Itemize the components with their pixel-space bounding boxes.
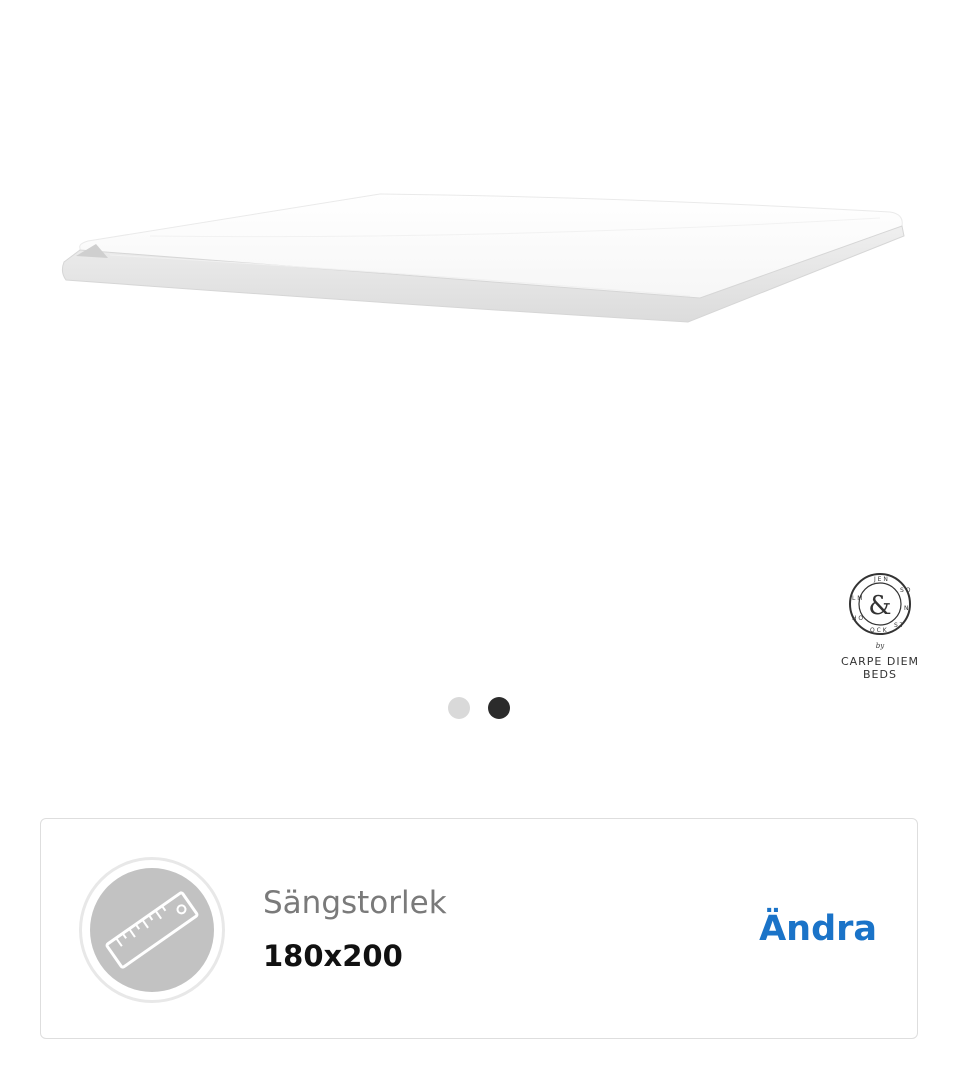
brand-by-text: by xyxy=(875,642,885,650)
brand-name-line1: CARPE DIEM xyxy=(840,655,920,668)
svg-text:J E N: J E N xyxy=(873,576,888,583)
product-image-carousel[interactable]: J E N S O N S T O C K H O L M & by CARPE… xyxy=(0,0,960,760)
size-label: Sängstorlek xyxy=(263,885,447,921)
brand-logo: J E N S O N S T O C K H O L M & by CARPE… xyxy=(830,572,930,682)
ruler-icon xyxy=(90,868,214,992)
svg-text:&: & xyxy=(868,591,891,621)
svg-text:O C K: O C K xyxy=(870,627,888,634)
carousel-dot-1[interactable] xyxy=(448,697,470,719)
svg-text:S O: S O xyxy=(900,587,911,594)
svg-text:H O: H O xyxy=(852,615,863,622)
brand-seal-icon: J E N S O N S T O C K H O L M & xyxy=(849,573,911,635)
svg-text:L M: L M xyxy=(852,595,862,602)
brand-name-line2: BEDS xyxy=(863,668,897,681)
mattress-topper-image xyxy=(61,193,905,323)
svg-text:N: N xyxy=(904,605,909,612)
change-size-button[interactable]: Ändra xyxy=(759,908,877,950)
size-icon-badge xyxy=(79,857,225,1003)
bed-size-selector[interactable]: Sängstorlek 180x200 Ändra xyxy=(40,818,918,1039)
size-value: 180x200 xyxy=(263,939,403,973)
svg-text:S T: S T xyxy=(894,622,904,629)
carousel-dot-2-active[interactable] xyxy=(488,697,510,719)
